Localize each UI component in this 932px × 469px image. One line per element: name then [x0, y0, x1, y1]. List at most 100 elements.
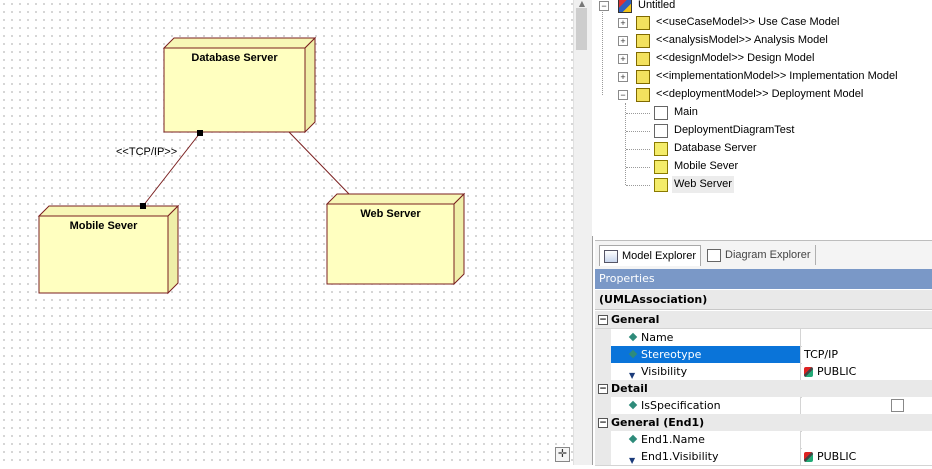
- tree-item-design-model[interactable]: + <<designModel>> Design Model: [592, 50, 932, 67]
- project-icon: [618, 0, 632, 13]
- tree-item-deployment-model[interactable]: − <<deploymentModel>> Deployment Model: [592, 86, 932, 103]
- association-stereotype-label[interactable]: <<TCP/IP>>: [116, 146, 177, 158]
- category-general-end1-label: General (End1): [611, 416, 705, 429]
- tab-model-explorer[interactable]: Model Explorer: [599, 245, 701, 266]
- property-row-end1-name[interactable]: End1.Name: [595, 431, 932, 449]
- node-database-server-label: Database Server: [191, 52, 278, 64]
- property-row-name[interactable]: Name: [595, 329, 932, 347]
- tree-item-label: Database Server: [674, 142, 757, 154]
- tree-item-analysis-model[interactable]: + <<analysisModel>> Analysis Model: [592, 32, 932, 49]
- selection-handle-start[interactable]: [197, 130, 203, 136]
- package-icon: [636, 34, 650, 48]
- property-name-value[interactable]: [802, 329, 932, 346]
- package-icon: [636, 70, 650, 84]
- properties-element-type: (UMLAssociation): [595, 290, 932, 310]
- expand-icon[interactable]: +: [618, 72, 628, 82]
- tab-model-explorer-label: Model Explorer: [622, 250, 696, 262]
- property-isspecification-value[interactable]: [802, 397, 932, 414]
- navigator-button[interactable]: ✛: [555, 447, 570, 462]
- tree-item-mobile-server[interactable]: Mobile Sever: [592, 158, 932, 175]
- tree-root-label: Untitled: [638, 0, 676, 11]
- package-icon: [636, 16, 650, 30]
- tree-item-web-server[interactable]: Web Server: [592, 176, 932, 193]
- tree-item-label: Main: [674, 106, 698, 118]
- collapse-icon[interactable]: −: [598, 418, 608, 428]
- property-row-end1-visibility[interactable]: ▼ End1.Visibility PUBLIC: [595, 448, 932, 466]
- attribute-icon: [628, 400, 638, 410]
- property-stereotype-value[interactable]: TCP/IP: [802, 346, 932, 363]
- property-row-visibility[interactable]: ▼ Visibility PUBLIC: [595, 363, 932, 381]
- selection-handle-end[interactable]: [140, 203, 146, 209]
- attribute-icon: [628, 332, 638, 342]
- property-visibility-label: Visibility: [641, 365, 688, 378]
- package-icon: [636, 88, 650, 102]
- tree-item-label: DeploymentDiagramTest: [674, 124, 795, 136]
- property-stereotype-label: Stereotype: [641, 348, 702, 361]
- properties-header: Properties: [595, 269, 932, 289]
- dropdown-arrow-icon: ▼: [629, 456, 636, 465]
- association-web[interactable]: [288, 131, 350, 195]
- property-row-isspecification[interactable]: IsSpecification: [595, 397, 932, 415]
- diagram-icon: [654, 124, 668, 138]
- scroll-up-arrow-icon[interactable]: ▲: [577, 0, 587, 8]
- node-web-server-label: Web Server: [360, 208, 421, 220]
- property-isspecification-label: IsSpecification: [641, 399, 721, 412]
- tree-item-label: Mobile Sever: [674, 160, 739, 172]
- property-visibility-value: PUBLIC: [817, 365, 857, 378]
- collapse-icon[interactable]: −: [598, 384, 608, 394]
- node-icon: [654, 160, 668, 174]
- tree-item-label: <<useCaseModel>> Use Case Model: [656, 16, 840, 28]
- expand-icon[interactable]: +: [618, 18, 628, 28]
- tree-item-main-diagram[interactable]: Main: [592, 104, 932, 121]
- deployment-diagram: [37, 36, 466, 295]
- explorer-tabs: Model Explorer Diagram Explorer: [595, 240, 932, 269]
- category-general-label: General: [611, 313, 660, 326]
- property-end1-visibility-label: End1.Visibility: [641, 450, 719, 463]
- category-general-end1[interactable]: − General (End1): [595, 414, 932, 432]
- attribute-icon: [628, 349, 638, 359]
- visibility-icon: [804, 452, 813, 462]
- tab-diagram-explorer[interactable]: Diagram Explorer: [703, 245, 816, 265]
- diagram-icon: [654, 106, 668, 120]
- category-detail[interactable]: − Detail: [595, 380, 932, 398]
- tree-root[interactable]: − Untitled: [592, 0, 932, 14]
- category-general[interactable]: − General: [595, 311, 932, 329]
- isspecification-checkbox[interactable]: [891, 399, 904, 412]
- tree-item-deployment-diagram-test[interactable]: DeploymentDiagramTest: [592, 122, 932, 139]
- association-tcpip[interactable]: [142, 132, 201, 207]
- tree-item-label: <<designModel>> Design Model: [656, 52, 815, 64]
- collapse-icon[interactable]: −: [598, 315, 608, 325]
- collapse-icon[interactable]: −: [599, 1, 609, 11]
- attribute-icon: [628, 434, 638, 444]
- vertical-scrollbar[interactable]: [573, 0, 592, 465]
- category-detail-label: Detail: [611, 382, 648, 395]
- property-end1-name-value[interactable]: [802, 431, 932, 448]
- model-tree: − Untitled + <<useCaseModel>> Use Case M…: [592, 0, 932, 236]
- visibility-icon: [804, 367, 813, 377]
- package-icon: [636, 52, 650, 66]
- model-explorer-icon: [604, 249, 618, 263]
- property-end1-visibility-value: PUBLIC: [817, 450, 857, 463]
- tree-item-database-server[interactable]: Database Server: [592, 140, 932, 157]
- property-end1-visibility-value-wrap[interactable]: PUBLIC: [802, 448, 932, 465]
- tree-item-label: Web Server: [672, 176, 734, 193]
- node-icon: [654, 142, 668, 156]
- property-visibility-value-wrap[interactable]: PUBLIC: [802, 363, 932, 380]
- tree-item-implementation-model[interactable]: + <<implementationModel>> Implementation…: [592, 68, 932, 85]
- expand-icon[interactable]: +: [618, 54, 628, 64]
- collapse-icon[interactable]: −: [618, 90, 628, 100]
- node-mobile-server-label: Mobile Sever: [69, 220, 138, 232]
- tree-item-use-case-model[interactable]: + <<useCaseModel>> Use Case Model: [592, 14, 932, 31]
- property-name-label: Name: [641, 331, 674, 344]
- node-icon: [654, 178, 668, 192]
- tree-item-label: <<analysisModel>> Analysis Model: [656, 34, 828, 46]
- diagram-canvas[interactable]: Database Server Mobile Sever Web Server …: [0, 0, 573, 465]
- tree-item-label: <<deploymentModel>> Deployment Model: [656, 88, 864, 100]
- diagram-explorer-icon: [707, 248, 721, 262]
- property-end1-name-label: End1.Name: [641, 433, 705, 446]
- property-row-stereotype[interactable]: Stereotype TCP/IP: [595, 346, 932, 364]
- tree-item-label: <<implementationModel>> Implementation M…: [656, 70, 898, 82]
- scrollbar-thumb[interactable]: [576, 8, 587, 50]
- expand-icon[interactable]: +: [618, 36, 628, 46]
- tab-diagram-explorer-label: Diagram Explorer: [725, 249, 811, 261]
